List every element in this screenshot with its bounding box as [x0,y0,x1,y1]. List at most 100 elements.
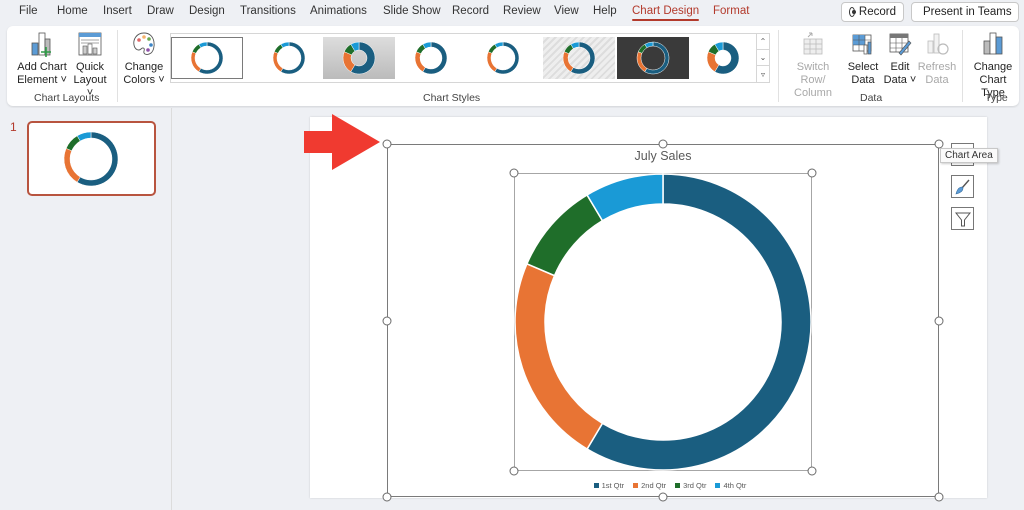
chart-style-4[interactable] [395,37,467,79]
refresh-data-button[interactable]: Refresh Data [917,28,957,87]
tab-review[interactable]: Review [503,5,541,17]
select-data-icon [849,28,877,60]
chart-style-3-preview [342,41,376,75]
legend-item[interactable]: 3rd Qtr [675,481,706,490]
chart-style-1[interactable] [171,37,243,79]
tab-record[interactable]: Record [452,5,489,17]
resize-handle-right[interactable] [934,316,944,326]
change-colors-label-2: Colors ˅ [123,74,165,86]
add-chart-element-button[interactable]: Add Chart Element ˅ [16,28,68,87]
chart-style-1-preview [190,41,224,75]
slides-pane: 1 [0,108,172,510]
add-chart-element-label-1: Add Chart [17,61,67,73]
chart-styles-button[interactable] [951,175,974,198]
refresh-data-label-1: Refresh [917,61,957,73]
legend-item[interactable]: 1st Qtr [593,481,624,490]
chart-style-3[interactable] [323,37,395,79]
chart-style-5[interactable] [467,37,539,79]
plot-handle-bottom-right[interactable] [807,466,817,476]
palette-icon [130,28,158,60]
mini-doughnut-slice [636,51,648,73]
tab-design[interactable]: Design [189,5,225,17]
legend-item[interactable]: 2nd Qtr [633,481,666,490]
gallery-scroll-up-button[interactable]: ⌃ [757,34,769,50]
select-data-label-1: Select [847,61,879,73]
chart-styles-group-label: Chart Styles [423,92,481,104]
legend-swatch [593,483,599,488]
change-colors-label-1: Change [124,61,164,73]
brush-icon [955,179,970,194]
legend-label: 3rd Qtr [683,481,707,490]
chart-style-2-preview [272,41,306,75]
tab-animations[interactable]: Animations [310,5,367,17]
record-button-label: Record [858,6,896,18]
doughnut-chart[interactable] [514,173,812,471]
chart-filters-button[interactable] [951,207,974,230]
change-chart-type-button[interactable]: Change Chart Type [967,28,1019,100]
gallery-scroll-down-button[interactable]: ⌄ [757,50,769,66]
ribbon-separator [962,30,963,102]
resize-handle-bottom-left[interactable] [382,492,392,502]
chart-style-4-preview [414,41,448,75]
edit-data-label-1: Edit [890,61,910,73]
edit-data-icon [886,28,914,60]
switch-row-column-label-1: Switch Row/ [796,61,830,86]
quick-layout-button[interactable]: Quick Layout ˅ [69,28,111,100]
slide-thumbnail-chart [63,131,119,187]
switch-row-column-button[interactable]: Switch Row/ Column [784,28,842,100]
doughnut-slice-3rd-qtr[interactable] [525,193,604,277]
chart-styles-gallery [170,33,766,83]
add-chart-element-icon [28,28,56,60]
tab-slide-show[interactable]: Slide Show [383,5,441,17]
resize-handle-bottom[interactable] [658,492,668,502]
record-icon [849,7,856,17]
tab-home[interactable]: Home [57,5,88,17]
doughnut-slice-2nd-qtr[interactable] [514,262,604,451]
chart-style-6[interactable] [543,37,615,79]
doughnut-slice-4th-qtr[interactable] [586,173,664,222]
mini-doughnut-slice [272,51,284,73]
legend-item[interactable]: 4th Qtr [715,481,746,490]
chart-style-8[interactable] [687,37,759,79]
select-data-button[interactable]: Select Data [845,28,881,87]
tab-draw[interactable]: Draw [147,5,174,17]
refresh-data-label-2: Data [925,74,949,86]
slide-thumbnail-1[interactable] [27,121,156,196]
quick-layout-icon [76,28,104,60]
tab-transitions[interactable]: Transitions [240,5,296,17]
record-button[interactable]: Record [841,2,904,22]
resize-handle-bottom-right[interactable] [934,492,944,502]
mini-doughnut-slice [63,148,81,183]
legend-label: 4th Qtr [723,481,747,490]
present-in-teams-button[interactable]: Present in Teams [911,2,1019,22]
plot-handle-top-left[interactable] [509,168,519,178]
chart-legend[interactable]: 1st Qtr 2nd Qtr 3rd Qtr 4th Qtr [560,481,780,490]
plot-handle-bottom-left[interactable] [509,466,519,476]
tab-view[interactable]: View [554,5,579,17]
mini-doughnut-slice [190,51,202,73]
chart-title[interactable]: July Sales [587,149,739,163]
legend-label: 2nd Qtr [641,481,667,490]
mini-doughnut-slice [486,51,498,73]
chart-style-2[interactable] [253,37,325,79]
mini-doughnut-slice [414,51,426,73]
resize-handle-top[interactable] [658,139,668,149]
tab-chart-design[interactable]: Chart Design [632,5,700,21]
switch-row-column-label-2: Column [794,87,832,99]
tab-file[interactable]: File [19,5,38,17]
resize-handle-top-left[interactable] [382,139,392,149]
chart-style-7[interactable] [617,37,689,79]
type-group-label: Type [985,92,1008,104]
edit-data-button[interactable]: Edit Data ˅ [883,28,917,87]
chart-style-7-preview [636,41,670,75]
tab-insert[interactable]: Insert [103,5,132,17]
plot-handle-top-right[interactable] [807,168,817,178]
gallery-expand-button[interactable]: ▿ [757,66,769,82]
doughnut-slice-1st-qtr[interactable] [586,173,812,471]
resize-handle-left[interactable] [382,316,392,326]
chart-style-8-preview [706,41,740,75]
tab-help[interactable]: Help [593,5,617,17]
tab-format[interactable]: Format [713,5,749,17]
mini-doughnut-slice [65,135,81,152]
change-colors-button[interactable]: Change Colors ˅ [123,28,165,87]
